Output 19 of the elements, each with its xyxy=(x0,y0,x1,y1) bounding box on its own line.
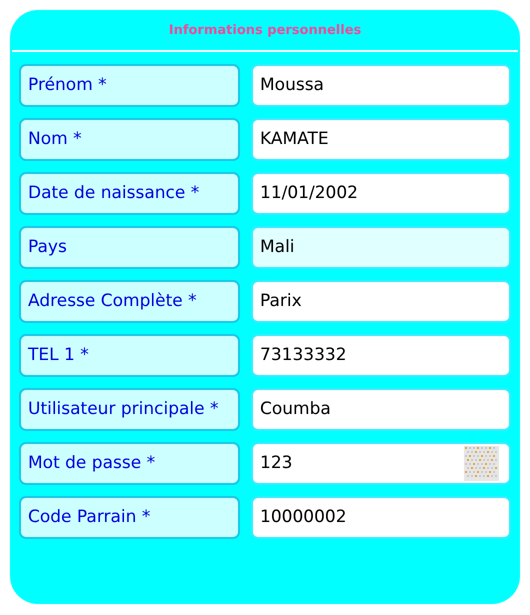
input-field[interactable]: 10000002 xyxy=(251,496,511,539)
input-field[interactable]: 123 xyxy=(251,442,511,485)
input-field[interactable]: 11/01/2002 xyxy=(251,172,511,215)
field-label: Code Parrain * xyxy=(19,496,240,539)
input-field[interactable]: 73133332 xyxy=(251,334,511,377)
input-field[interactable]: Moussa xyxy=(251,64,511,107)
field-label: Pays xyxy=(19,226,240,269)
form-title: Informations personnelles xyxy=(168,22,362,40)
field-label: TEL 1 * xyxy=(19,334,240,377)
input-field[interactable]: Parix xyxy=(251,280,511,323)
field-label: Prénom * xyxy=(19,64,240,107)
input-field[interactable]: Coumba xyxy=(251,388,511,431)
field-label: Date de naissance * xyxy=(19,172,240,215)
input-field[interactable]: KAMATE xyxy=(251,118,511,161)
field-label: Mot de passe * xyxy=(19,442,240,485)
field-label: Nom * xyxy=(19,118,240,161)
pattern-icon[interactable] xyxy=(464,446,499,481)
field-label: Adresse Complète * xyxy=(19,280,240,323)
field-label: Utilisateur principale * xyxy=(19,388,240,431)
